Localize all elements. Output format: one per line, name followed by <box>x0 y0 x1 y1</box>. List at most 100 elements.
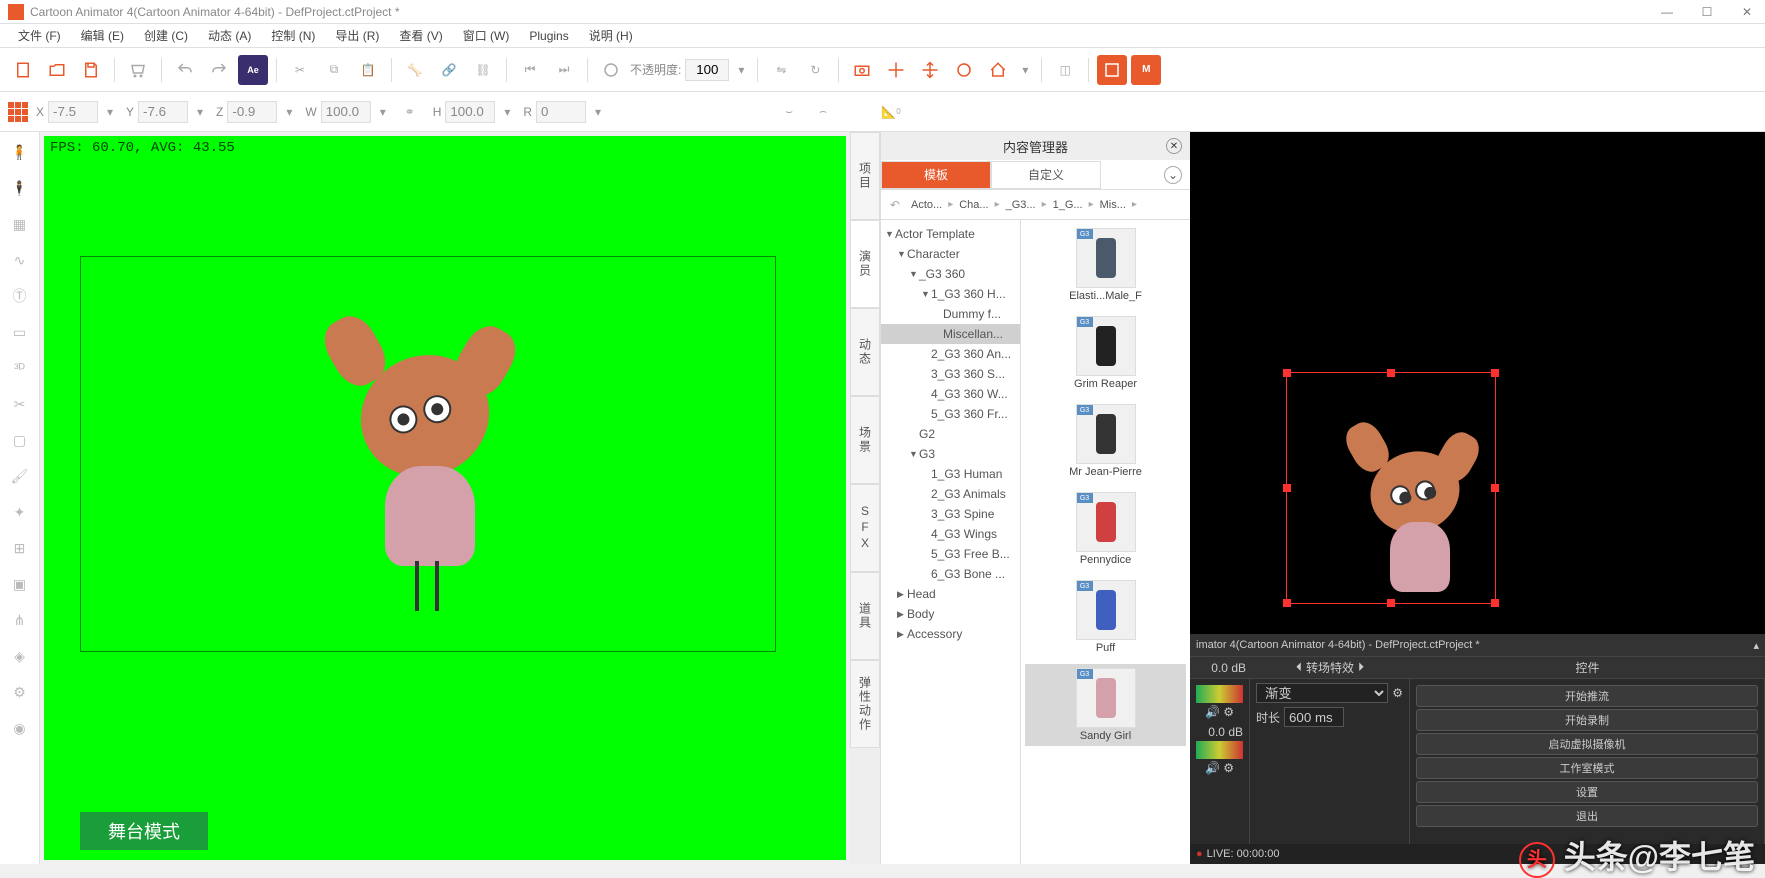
minimize-button[interactable]: — <box>1657 5 1677 19</box>
menu-view[interactable]: 查看 (V) <box>389 27 452 44</box>
3d-tool-button[interactable]: ³ᴰ <box>6 354 34 382</box>
text-tool-button[interactable]: Ⓣ <box>6 282 34 310</box>
tree-item[interactable]: 2_G3 Animals <box>881 484 1020 504</box>
open-button[interactable] <box>42 55 72 85</box>
menu-file[interactable]: 文件 (F) <box>8 27 71 44</box>
tab-custom[interactable]: 自定义 <box>991 161 1101 189</box>
vtab-project[interactable]: 项目 <box>850 132 880 220</box>
new-project-button[interactable] <box>8 55 38 85</box>
tree-item[interactable]: ▶Head <box>881 584 1020 604</box>
breadcrumb-back-button[interactable]: ↶ <box>885 198 905 212</box>
curve-up-button[interactable]: ⌢ <box>808 97 838 127</box>
tree-item[interactable]: 6_G3 Bone ... <box>881 564 1020 584</box>
obs-title-up-icon[interactable]: ▴ <box>1753 639 1759 652</box>
ae-export-button[interactable]: Ae <box>238 55 268 85</box>
audio-tool-button[interactable]: ∿ <box>6 246 34 274</box>
vtab-sfx[interactable]: SFX <box>850 484 880 572</box>
paint-tool-button[interactable]: 🖌 <box>6 462 34 490</box>
mesh-tool-button[interactable]: ◈ <box>6 642 34 670</box>
vtab-prop[interactable]: 道具 <box>850 572 880 660</box>
undo-button[interactable] <box>170 55 200 85</box>
tree-item[interactable]: 4_G3 Wings <box>881 524 1020 544</box>
physics-tool-button[interactable]: ⚙ <box>6 678 34 706</box>
tree-item[interactable]: ▶Body <box>881 604 1020 624</box>
breadcrumb-item[interactable]: Acto... <box>907 197 946 213</box>
sprite-tool-button[interactable]: ▣ <box>6 570 34 598</box>
motion-tool-button[interactable]: ✂ <box>6 390 34 418</box>
misc-tool-button[interactable]: ◉ <box>6 714 34 742</box>
panel-menu-button[interactable]: ⌄ <box>1164 166 1182 184</box>
tree-item[interactable]: ▼G3 <box>881 444 1020 464</box>
unlink-button[interactable]: ⛓ <box>468 55 498 85</box>
render-button[interactable] <box>1097 55 1127 85</box>
panel-close-button[interactable]: ✕ <box>1166 138 1182 154</box>
next-frame-button[interactable]: ⏭ <box>549 55 579 85</box>
breadcrumb-item[interactable]: _G3... <box>1002 197 1040 213</box>
stage-mode-button[interactable]: 舞台模式 <box>80 812 208 850</box>
thumbnail-item[interactable]: G3Mr Jean-Pierre <box>1025 400 1186 482</box>
thumbnail-grid[interactable]: G3Elasti...Male_FG3Grim ReaperG3Mr Jean-… <box>1021 220 1190 864</box>
r-step-icon[interactable]: ▾ <box>590 105 606 119</box>
z-input[interactable] <box>227 101 277 123</box>
tree-item[interactable]: ▼Actor Template <box>881 224 1020 244</box>
link-button[interactable]: 🔗 <box>434 55 464 85</box>
menu-create[interactable]: 创建 (C) <box>134 27 198 44</box>
bone-button[interactable]: 🦴 <box>400 55 430 85</box>
y-step-icon[interactable]: ▾ <box>192 105 208 119</box>
w-step-icon[interactable]: ▾ <box>375 105 391 119</box>
virtual-cam-button[interactable]: 启动虚拟摄像机 <box>1416 733 1758 755</box>
home-button[interactable] <box>983 55 1013 85</box>
paste-button[interactable]: 📋 <box>353 55 383 85</box>
breadcrumb-item[interactable]: 1_G... <box>1049 197 1087 213</box>
m-button[interactable]: M <box>1131 55 1161 85</box>
home-dropdown-icon[interactable]: ▾ <box>1017 63 1033 77</box>
tree-item[interactable]: 1_G3 Human <box>881 464 1020 484</box>
settings-button[interactable]: 设置 <box>1416 781 1758 803</box>
x-input[interactable] <box>48 101 98 123</box>
effect-tool-button[interactable]: ✦ <box>6 498 34 526</box>
menu-plugins[interactable]: Plugins <box>519 29 578 43</box>
timeline-tool-button[interactable]: ▭ <box>6 318 34 346</box>
menu-help[interactable]: 说明 (H) <box>579 27 643 44</box>
redo-button[interactable] <box>204 55 234 85</box>
move-button[interactable] <box>915 55 945 85</box>
r-input[interactable] <box>536 101 586 123</box>
pose-tool-button[interactable]: 🕴 <box>6 174 34 202</box>
tree-item[interactable]: 2_G3 360 An... <box>881 344 1020 364</box>
stage-viewport[interactable]: FPS: 60.70, AVG: 43.55 舞台模式 <box>44 136 846 860</box>
speaker-icon-1[interactable]: 🔊 ⚙ <box>1196 705 1243 719</box>
thumbnail-item[interactable]: G3Grim Reaper <box>1025 312 1186 394</box>
tree-item[interactable]: Dummy f... <box>881 304 1020 324</box>
vtab-actor[interactable]: 演员 <box>850 220 880 308</box>
tree-item[interactable]: Miscellan... <box>881 324 1020 344</box>
exit-button[interactable]: 退出 <box>1416 805 1758 827</box>
h-input[interactable] <box>445 101 495 123</box>
tree-item[interactable]: ▶Accessory <box>881 624 1020 644</box>
mirror-button[interactable]: ◫ <box>1050 55 1080 85</box>
save-button[interactable] <box>76 55 106 85</box>
menu-animation[interactable]: 动态 (A) <box>198 27 261 44</box>
menu-edit[interactable]: 编辑 (E) <box>71 27 134 44</box>
menu-window[interactable]: 窗口 (W) <box>453 27 520 44</box>
prev-frame-button[interactable]: ⏮ <box>515 55 545 85</box>
vtab-scene[interactable]: 场景 <box>850 396 880 484</box>
h-step-icon[interactable]: ▾ <box>499 105 515 119</box>
thumbnail-item[interactable]: G3Sandy Girl <box>1025 664 1186 746</box>
thumbnail-item[interactable]: G3Elasti...Male_F <box>1025 224 1186 306</box>
duration-input[interactable] <box>1284 707 1344 727</box>
copy-button[interactable]: ⧉ <box>319 55 349 85</box>
w-input[interactable] <box>321 101 371 123</box>
ruler-button[interactable]: 📐0 <box>876 97 906 127</box>
studio-mode-button[interactable]: 工作室模式 <box>1416 757 1758 779</box>
tree-item[interactable]: ▼_G3 360 <box>881 264 1020 284</box>
curve-down-button[interactable]: ⌣ <box>774 97 804 127</box>
anchor-grid-button[interactable] <box>8 102 28 122</box>
breadcrumb-item[interactable]: Mis... <box>1096 197 1130 213</box>
bone-tool-button[interactable]: ⋔ <box>6 606 34 634</box>
tree-item[interactable]: 4_G3 360 W... <box>881 384 1020 404</box>
thumbnail-item[interactable]: G3Pennydice <box>1025 488 1186 570</box>
tree-item[interactable]: 5_G3 360 Fr... <box>881 404 1020 424</box>
tree-item[interactable]: 5_G3 Free B... <box>881 544 1020 564</box>
character-sandy-girl[interactable] <box>340 326 520 606</box>
orbit-button[interactable] <box>949 55 979 85</box>
